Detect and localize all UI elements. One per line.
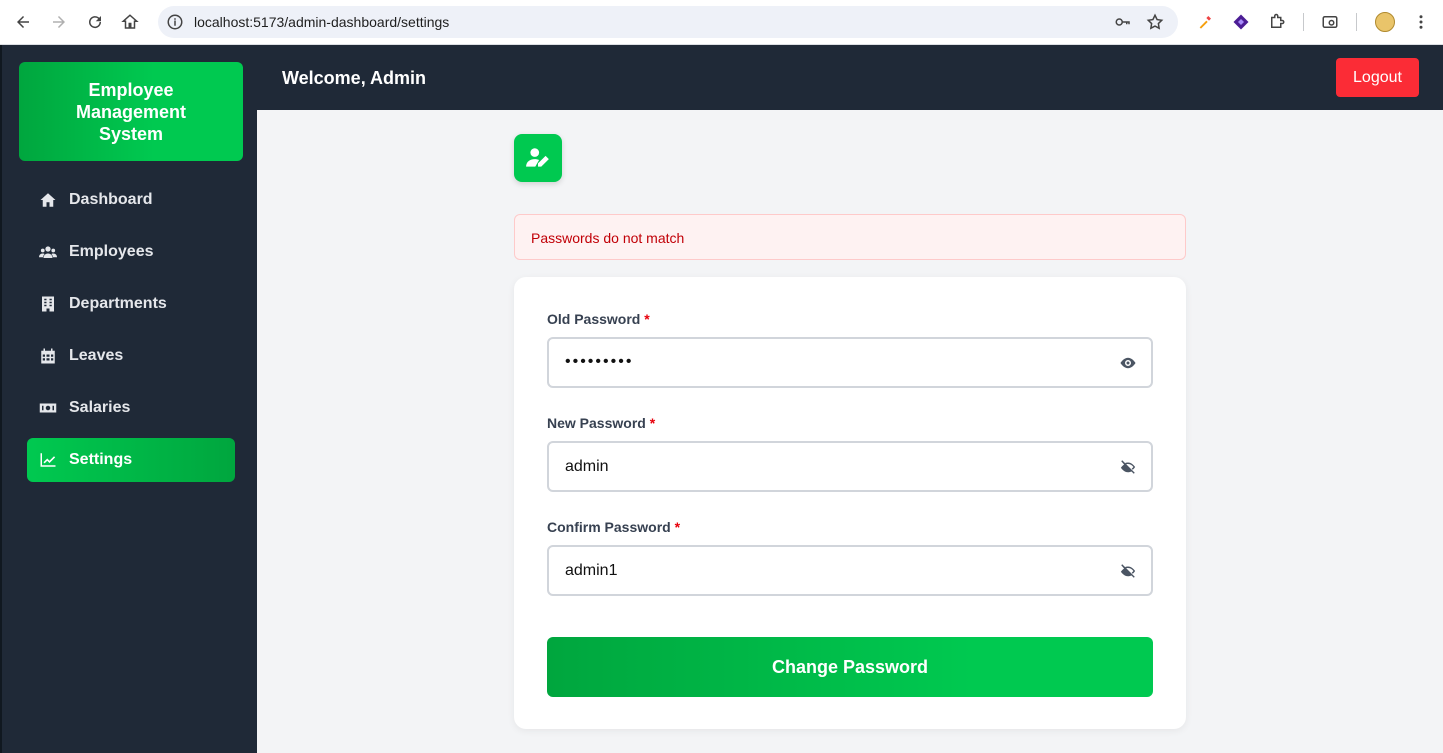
- new-password-label: New Password *: [547, 415, 655, 431]
- toolbar-divider: [1356, 13, 1357, 31]
- logout-button[interactable]: Logout: [1336, 58, 1419, 97]
- eye-icon[interactable]: [1119, 354, 1137, 372]
- back-icon[interactable]: [11, 10, 35, 34]
- forward-icon[interactable]: [47, 10, 71, 34]
- address-bar[interactable]: localhost:5173/admin-dashboard/settings: [158, 6, 1178, 38]
- reload-icon[interactable]: [83, 10, 107, 34]
- change-password-button[interactable]: Change Password: [547, 637, 1153, 697]
- browser-toolbar: localhost:5173/admin-dashboard/settings: [0, 0, 1443, 45]
- sidebar-item-employees[interactable]: Employees: [27, 230, 235, 274]
- key-icon[interactable]: [1114, 13, 1132, 31]
- welcome-text: Welcome, Admin: [282, 68, 427, 88]
- confirm-password-input[interactable]: [565, 547, 1105, 594]
- change-password-form: Old Password * ••••••••• New Password * …: [514, 277, 1186, 729]
- old-password-masked-value: •••••••••: [565, 353, 634, 370]
- tab-search-icon[interactable]: [1320, 12, 1340, 32]
- color-picker-extension-icon[interactable]: [1195, 12, 1215, 32]
- sidebar: Employee Management System Dashboard Emp…: [0, 45, 257, 753]
- browser-menu-icon[interactable]: [1411, 12, 1431, 32]
- old-password-field[interactable]: •••••••••: [547, 337, 1153, 388]
- bookmark-star-icon[interactable]: [1146, 13, 1164, 31]
- sidebar-item-settings[interactable]: Settings: [27, 438, 235, 482]
- user-edit-icon: [514, 134, 562, 182]
- calendar-icon: [39, 347, 57, 365]
- label-text: Old Password: [547, 311, 641, 327]
- sidebar-item-leaves[interactable]: Leaves: [27, 334, 235, 378]
- required-marker: *: [649, 415, 656, 431]
- sidebar-item-label: Departments: [69, 295, 167, 312]
- money-icon: [39, 399, 57, 417]
- app-brand: Employee Management System: [19, 62, 243, 161]
- sidebar-item-label: Leaves: [69, 347, 124, 364]
- sidebar-item-dashboard[interactable]: Dashboard: [27, 178, 235, 222]
- url-text: localhost:5173/admin-dashboard/settings: [194, 14, 450, 30]
- sidebar-item-salaries[interactable]: Salaries: [27, 386, 235, 430]
- users-icon: [39, 243, 57, 261]
- new-password-field[interactable]: [547, 441, 1153, 492]
- diamond-extension-icon[interactable]: [1231, 12, 1251, 32]
- toolbar-divider: [1303, 13, 1304, 31]
- old-password-label: Old Password *: [547, 311, 650, 327]
- label-text: New Password: [547, 415, 646, 431]
- confirm-password-field[interactable]: [547, 545, 1153, 596]
- site-info-icon[interactable]: [166, 13, 184, 31]
- sidebar-item-label: Settings: [69, 451, 133, 468]
- confirm-password-label: Confirm Password *: [547, 519, 680, 535]
- error-alert: Passwords do not match: [514, 214, 1186, 260]
- main-content: Passwords do not match Old Password * ••…: [257, 110, 1443, 753]
- sidebar-item-label: Dashboard: [69, 191, 153, 208]
- building-icon: [39, 295, 57, 313]
- eye-slash-icon[interactable]: [1119, 458, 1137, 476]
- sidebar-item-departments[interactable]: Departments: [27, 282, 235, 326]
- chart-line-icon: [39, 451, 57, 469]
- label-text: Confirm Password: [547, 519, 671, 535]
- eye-slash-icon[interactable]: [1119, 562, 1137, 580]
- extensions-puzzle-icon[interactable]: [1267, 12, 1287, 32]
- required-marker: *: [644, 311, 650, 327]
- home-page-icon[interactable]: [118, 10, 142, 34]
- sidebar-item-label: Employees: [69, 243, 154, 260]
- home-icon: [39, 191, 57, 209]
- top-header: Welcome, Admin Logout: [257, 45, 1443, 110]
- required-marker: *: [674, 519, 681, 535]
- profile-avatar[interactable]: [1375, 12, 1395, 32]
- sidebar-item-label: Salaries: [69, 399, 131, 416]
- new-password-input[interactable]: [565, 443, 1105, 490]
